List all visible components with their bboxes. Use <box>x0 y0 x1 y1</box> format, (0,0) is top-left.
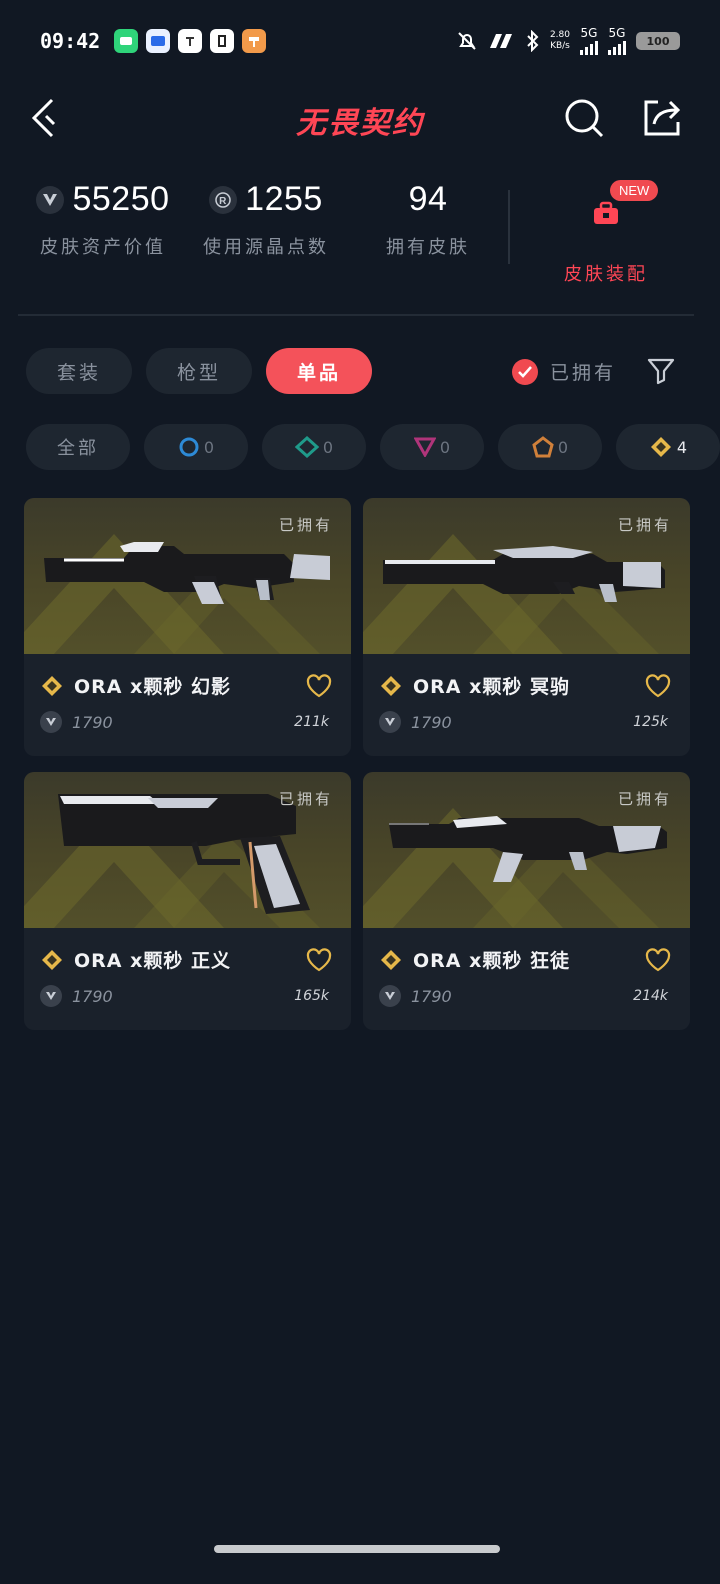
bluetooth-icon <box>527 30 539 52</box>
skin-card[interactable]: 已拥有 ORA x颗秒 冥驹 1790 125k <box>363 498 690 756</box>
premium-tier-icon <box>413 437 436 457</box>
skin-price: 1790 <box>411 986 452 1006</box>
skin-name: ORA x颗秒 正义 <box>74 950 231 972</box>
skin-price: 1790 <box>72 986 113 1006</box>
tier-filter-deluxe[interactable]: 0 <box>262 424 366 470</box>
skin-image: 已拥有 <box>363 772 690 928</box>
tab-single-item[interactable]: 单品 <box>266 348 372 394</box>
loadout-icon <box>594 201 618 224</box>
heart-icon[interactable] <box>305 673 333 699</box>
app-notification-icon <box>146 29 171 53</box>
skin-price: 1790 <box>72 712 113 732</box>
valorant-points-icon <box>379 985 401 1007</box>
tab-suits[interactable]: 套装 <box>26 348 132 394</box>
status-time: 09:42 <box>40 29 101 53</box>
skin-name: ORA x颗秒 冥驹 <box>413 676 570 698</box>
skin-grid: 已拥有 ORA x颗秒 幻影 1790 211k 已拥有 ORA x颗秒 冥驹 <box>24 498 690 1030</box>
home-indicator[interactable] <box>214 1545 500 1553</box>
valorant-points-icon <box>40 985 62 1007</box>
skin-image: 已拥有 <box>24 498 351 654</box>
share-button[interactable] <box>640 96 684 140</box>
tier-filter-row: 全部 0 0 0 0 4 <box>26 424 720 472</box>
tier-filter-exclusive[interactable]: 4 <box>616 424 720 470</box>
category-tabs: 套装 枪型 单品 <box>26 348 372 394</box>
heart-icon[interactable] <box>305 947 333 973</box>
exclusive-diamond-icon <box>42 949 62 970</box>
signal-2: 5G <box>608 27 626 55</box>
checkmark-icon <box>512 358 538 385</box>
heart-icon[interactable] <box>644 673 672 699</box>
app-notification-icon <box>114 29 139 53</box>
exclusive-diamond-icon <box>381 675 401 696</box>
stat-skins-count: 94 拥有皮肤 <box>386 180 470 258</box>
exclusive-diamond-icon <box>42 675 62 696</box>
net-speed: 2.80 KB/s <box>549 30 570 51</box>
status-bar: 09:42 2.80 KB/s 5G 5G 100 <box>0 0 720 82</box>
mute-icon <box>458 32 476 50</box>
owned-filter-toggle[interactable]: 已拥有 <box>512 358 616 385</box>
app-notification-icon <box>178 29 203 53</box>
tier-filter-premium[interactable]: 0 <box>380 424 484 470</box>
tier-filter-ultra[interactable]: 0 <box>498 424 602 470</box>
skin-image: 已拥有 <box>24 772 351 928</box>
signal-bars-icon <box>580 39 598 55</box>
skin-card[interactable]: 已拥有 ORA x颗秒 幻影 1790 211k <box>24 498 351 756</box>
tab-gun-type[interactable]: 枪型 <box>146 348 252 394</box>
skin-image: 已拥有 <box>363 498 690 654</box>
search-button[interactable] <box>562 96 606 140</box>
exclusive-tier-icon <box>650 437 671 457</box>
skin-price: 1790 <box>411 712 452 732</box>
owned-tag: 已拥有 <box>278 516 333 534</box>
skin-card[interactable]: 已拥有 ORA x颗秒 狂徒 1790 214k <box>363 772 690 1030</box>
skin-name: ORA x颗秒 狂徒 <box>413 950 570 972</box>
tier-filter-select[interactable]: 0 <box>144 424 248 470</box>
ultra-tier-icon <box>532 436 554 458</box>
battery-indicator: 100 <box>636 32 680 50</box>
stats-divider <box>508 190 510 264</box>
heart-icon[interactable] <box>644 947 672 973</box>
exclusive-diamond-icon <box>381 949 401 970</box>
stat-asset-value: 55250 皮肤资产价值 <box>28 180 178 259</box>
app-notification-icon <box>210 29 235 53</box>
app-header: 无畏契约 <box>0 82 720 154</box>
new-badge: NEW <box>610 180 659 201</box>
owned-tag: 已拥有 <box>278 790 333 808</box>
like-count: 165k <box>294 988 329 1004</box>
valorant-points-icon <box>36 185 65 214</box>
notification-icons <box>114 29 267 53</box>
svg-text:R: R <box>219 196 227 207</box>
app-logo: 无畏契约 <box>296 106 424 141</box>
deluxe-tier-icon <box>294 436 319 458</box>
valorant-points-icon <box>379 711 401 733</box>
filter-button[interactable] <box>646 356 676 386</box>
radianite-icon: R <box>209 185 238 214</box>
like-count: 211k <box>294 714 329 730</box>
skin-card[interactable]: 已拥有 ORA x颗秒 正义 1790 165k <box>24 772 351 1030</box>
app-notification-icon <box>242 29 267 53</box>
tier-filter-all[interactable]: 全部 <box>26 424 130 470</box>
owned-tag: 已拥有 <box>617 516 672 534</box>
owned-tag: 已拥有 <box>617 790 672 808</box>
valorant-points-icon <box>40 711 62 733</box>
skin-name: ORA x颗秒 幻影 <box>74 676 231 698</box>
stat-radianite: R 1255 使用源晶点数 <box>203 180 329 258</box>
signal-1: 5G <box>580 27 598 55</box>
nfc-icon <box>489 34 512 48</box>
like-count: 214k <box>633 988 668 1004</box>
signal-bars-icon <box>608 39 626 55</box>
section-divider <box>18 314 694 316</box>
like-count: 125k <box>633 714 668 730</box>
select-tier-icon <box>179 437 199 457</box>
